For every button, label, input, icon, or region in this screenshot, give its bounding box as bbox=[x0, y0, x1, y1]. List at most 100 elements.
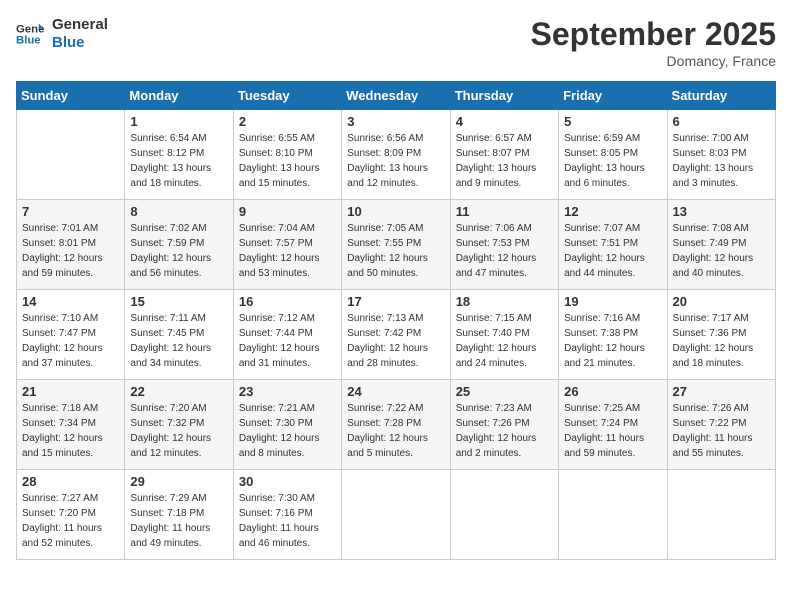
calendar-table: SundayMondayTuesdayWednesdayThursdayFrid… bbox=[16, 81, 776, 560]
day-cell: 16 Sunrise: 7:12 AM Sunset: 7:44 PM Dayli… bbox=[233, 290, 341, 380]
day-number: 2 bbox=[239, 114, 336, 129]
day-info: Sunrise: 7:23 AM Sunset: 7:26 PM Dayligh… bbox=[456, 401, 553, 461]
day-number: 21 bbox=[22, 384, 119, 399]
day-cell: 27 Sunrise: 7:26 AM Sunset: 7:22 PM Dayli… bbox=[667, 380, 775, 470]
day-number: 8 bbox=[130, 204, 227, 219]
day-info: Sunrise: 7:27 AM Sunset: 7:20 PM Dayligh… bbox=[22, 491, 119, 551]
day-cell: 17 Sunrise: 7:13 AM Sunset: 7:42 PM Dayli… bbox=[342, 290, 450, 380]
col-header-friday: Friday bbox=[559, 82, 667, 110]
day-info: Sunrise: 7:29 AM Sunset: 7:18 PM Dayligh… bbox=[130, 491, 227, 551]
day-number: 7 bbox=[22, 204, 119, 219]
day-number: 19 bbox=[564, 294, 661, 309]
day-cell: 15Sunrise: 7:11 AM Sunset: 7:45 PM Dayli… bbox=[125, 290, 233, 380]
week-row-1: 1 Sunrise: 6:54 AM Sunset: 8:12 PM Daylig… bbox=[17, 110, 776, 200]
header-row: SundayMondayTuesdayWednesdayThursdayFrid… bbox=[17, 82, 776, 110]
day-number: 12 bbox=[564, 204, 661, 219]
day-number: 17 bbox=[347, 294, 444, 309]
day-info: Sunrise: 7:01 AM Sunset: 8:01 PM Dayligh… bbox=[22, 221, 119, 281]
day-info: Sunrise: 7:10 AM Sunset: 7:47 PM Dayligh… bbox=[22, 311, 119, 371]
day-cell bbox=[667, 470, 775, 560]
day-number: 9 bbox=[239, 204, 336, 219]
day-number: 23 bbox=[239, 384, 336, 399]
day-cell bbox=[342, 470, 450, 560]
day-number: 25 bbox=[456, 384, 553, 399]
week-row-4: 21 Sunrise: 7:18 AM Sunset: 7:34 PM Dayli… bbox=[17, 380, 776, 470]
logo: General Blue General Blue bbox=[16, 16, 108, 52]
day-cell: 18 Sunrise: 7:15 AM Sunset: 7:40 PM Dayli… bbox=[450, 290, 558, 380]
logo-blue: Blue bbox=[52, 34, 108, 52]
day-number: 16 bbox=[239, 294, 336, 309]
day-cell: 6 Sunrise: 7:00 AM Sunset: 8:03 PM Daylig… bbox=[667, 110, 775, 200]
day-number: 1 bbox=[130, 114, 227, 129]
day-cell: 20 Sunrise: 7:17 AM Sunset: 7:36 PM Dayli… bbox=[667, 290, 775, 380]
day-cell: 14 Sunrise: 7:10 AM Sunset: 7:47 PM Dayli… bbox=[17, 290, 125, 380]
day-info: Sunrise: 7:16 AM Sunset: 7:38 PM Dayligh… bbox=[564, 311, 661, 371]
day-cell: 5 Sunrise: 6:59 AM Sunset: 8:05 PM Daylig… bbox=[559, 110, 667, 200]
day-info: Sunrise: 6:54 AM Sunset: 8:12 PM Dayligh… bbox=[130, 131, 227, 191]
day-number: 24 bbox=[347, 384, 444, 399]
logo-icon: General Blue bbox=[16, 20, 44, 48]
day-cell bbox=[17, 110, 125, 200]
day-cell bbox=[450, 470, 558, 560]
day-number: 14 bbox=[22, 294, 119, 309]
day-cell: 13Sunrise: 7:08 AM Sunset: 7:49 PM Dayli… bbox=[667, 200, 775, 290]
day-info: Sunrise: 7:06 AM Sunset: 7:53 PM Dayligh… bbox=[456, 221, 553, 281]
day-cell: 10Sunrise: 7:05 AM Sunset: 7:55 PM Dayli… bbox=[342, 200, 450, 290]
day-info: Sunrise: 6:57 AM Sunset: 8:07 PM Dayligh… bbox=[456, 131, 553, 191]
col-header-thursday: Thursday bbox=[450, 82, 558, 110]
day-info: Sunrise: 6:55 AM Sunset: 8:10 PM Dayligh… bbox=[239, 131, 336, 191]
day-number: 30 bbox=[239, 474, 336, 489]
day-cell: 29 Sunrise: 7:29 AM Sunset: 7:18 PM Dayli… bbox=[125, 470, 233, 560]
day-info: Sunrise: 6:59 AM Sunset: 8:05 PM Dayligh… bbox=[564, 131, 661, 191]
title-area: September 2025 Domancy, France bbox=[531, 16, 776, 69]
col-header-wednesday: Wednesday bbox=[342, 82, 450, 110]
day-number: 10 bbox=[347, 204, 444, 219]
day-info: Sunrise: 7:12 AM Sunset: 7:44 PM Dayligh… bbox=[239, 311, 336, 371]
day-number: 4 bbox=[456, 114, 553, 129]
day-cell: 3 Sunrise: 6:56 AM Sunset: 8:09 PM Daylig… bbox=[342, 110, 450, 200]
day-info: Sunrise: 7:22 AM Sunset: 7:28 PM Dayligh… bbox=[347, 401, 444, 461]
day-cell: 9 Sunrise: 7:04 AM Sunset: 7:57 PM Daylig… bbox=[233, 200, 341, 290]
week-row-3: 14 Sunrise: 7:10 AM Sunset: 7:47 PM Dayli… bbox=[17, 290, 776, 380]
day-cell: 22Sunrise: 7:20 AM Sunset: 7:32 PM Dayli… bbox=[125, 380, 233, 470]
day-number: 5 bbox=[564, 114, 661, 129]
day-cell: 4 Sunrise: 6:57 AM Sunset: 8:07 PM Daylig… bbox=[450, 110, 558, 200]
day-info: Sunrise: 7:18 AM Sunset: 7:34 PM Dayligh… bbox=[22, 401, 119, 461]
day-cell: 7 Sunrise: 7:01 AM Sunset: 8:01 PM Daylig… bbox=[17, 200, 125, 290]
col-header-tuesday: Tuesday bbox=[233, 82, 341, 110]
day-info: Sunrise: 7:17 AM Sunset: 7:36 PM Dayligh… bbox=[673, 311, 770, 371]
week-row-2: 7 Sunrise: 7:01 AM Sunset: 8:01 PM Daylig… bbox=[17, 200, 776, 290]
day-info: Sunrise: 7:21 AM Sunset: 7:30 PM Dayligh… bbox=[239, 401, 336, 461]
day-cell: 30 Sunrise: 7:30 AM Sunset: 7:16 PM Dayli… bbox=[233, 470, 341, 560]
col-header-saturday: Saturday bbox=[667, 82, 775, 110]
day-info: Sunrise: 7:30 AM Sunset: 7:16 PM Dayligh… bbox=[239, 491, 336, 551]
day-info: Sunrise: 7:02 AM Sunset: 7:59 PM Dayligh… bbox=[130, 221, 227, 281]
day-number: 28 bbox=[22, 474, 119, 489]
day-info: Sunrise: 7:07 AM Sunset: 7:51 PM Dayligh… bbox=[564, 221, 661, 281]
day-number: 6 bbox=[673, 114, 770, 129]
day-cell: 11 Sunrise: 7:06 AM Sunset: 7:53 PM Dayli… bbox=[450, 200, 558, 290]
day-number: 3 bbox=[347, 114, 444, 129]
day-number: 22 bbox=[130, 384, 227, 399]
day-cell: 26Sunrise: 7:25 AM Sunset: 7:24 PM Dayli… bbox=[559, 380, 667, 470]
day-info: Sunrise: 7:26 AM Sunset: 7:22 PM Dayligh… bbox=[673, 401, 770, 461]
svg-text:Blue: Blue bbox=[16, 35, 41, 47]
day-number: 27 bbox=[673, 384, 770, 399]
day-info: Sunrise: 7:04 AM Sunset: 7:57 PM Dayligh… bbox=[239, 221, 336, 281]
day-info: Sunrise: 7:00 AM Sunset: 8:03 PM Dayligh… bbox=[673, 131, 770, 191]
day-number: 18 bbox=[456, 294, 553, 309]
logo-general: General bbox=[52, 16, 108, 34]
day-cell: 12 Sunrise: 7:07 AM Sunset: 7:51 PM Dayli… bbox=[559, 200, 667, 290]
day-number: 20 bbox=[673, 294, 770, 309]
day-cell: 2 Sunrise: 6:55 AM Sunset: 8:10 PM Daylig… bbox=[233, 110, 341, 200]
day-info: Sunrise: 7:11 AM Sunset: 7:45 PM Dayligh… bbox=[130, 311, 227, 371]
day-info: Sunrise: 7:15 AM Sunset: 7:40 PM Dayligh… bbox=[456, 311, 553, 371]
day-cell: 1 Sunrise: 6:54 AM Sunset: 8:12 PM Daylig… bbox=[125, 110, 233, 200]
day-info: Sunrise: 7:13 AM Sunset: 7:42 PM Dayligh… bbox=[347, 311, 444, 371]
day-cell: 28 Sunrise: 7:27 AM Sunset: 7:20 PM Dayli… bbox=[17, 470, 125, 560]
day-number: 29 bbox=[130, 474, 227, 489]
day-cell: 24 Sunrise: 7:22 AM Sunset: 7:28 PM Dayli… bbox=[342, 380, 450, 470]
day-number: 11 bbox=[456, 204, 553, 219]
day-info: Sunrise: 6:56 AM Sunset: 8:09 PM Dayligh… bbox=[347, 131, 444, 191]
day-cell: 25 Sunrise: 7:23 AM Sunset: 7:26 PM Dayli… bbox=[450, 380, 558, 470]
